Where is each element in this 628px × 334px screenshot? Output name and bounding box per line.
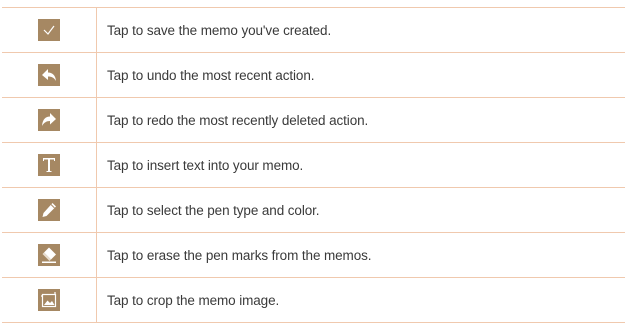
redo-icon (38, 109, 60, 131)
text-icon (38, 154, 60, 176)
table-row: Tap to save the memo you've created. (2, 7, 625, 52)
description-text: Tap to undo the most recent action. (107, 67, 315, 83)
table-row: Tap to insert text into your memo. (2, 142, 625, 187)
table-row: Tap to undo the most recent action. (2, 52, 625, 97)
icon-cell (2, 98, 97, 142)
table-row: Tap to crop the memo image. (2, 277, 625, 323)
table-row: Tap to redo the most recently deleted ac… (2, 97, 625, 142)
icon-cell (2, 278, 97, 322)
checkmark-icon (38, 19, 60, 41)
icon-cell (2, 8, 97, 52)
icon-cell (2, 188, 97, 232)
description-text: Tap to save the memo you've created. (107, 22, 332, 38)
eraser-icon (38, 244, 60, 266)
description-text: Tap to redo the most recently deleted ac… (107, 112, 369, 128)
icon-description-table: Tap to save the memo you've created. Tap… (2, 7, 625, 323)
table-row: Tap to select the pen type and color. (2, 187, 625, 232)
description-text: Tap to select the pen type and color. (107, 202, 320, 218)
pen-icon (38, 199, 60, 221)
icon-cell (2, 143, 97, 187)
crop-icon (38, 289, 60, 311)
description-text: Tap to insert text into your memo. (107, 157, 304, 173)
undo-icon (38, 64, 60, 86)
icon-cell (2, 53, 97, 97)
table-row: Tap to erase the pen marks from the memo… (2, 232, 625, 277)
description-text: Tap to crop the memo image. (107, 292, 280, 308)
icon-cell (2, 233, 97, 277)
description-text: Tap to erase the pen marks from the memo… (107, 247, 372, 263)
